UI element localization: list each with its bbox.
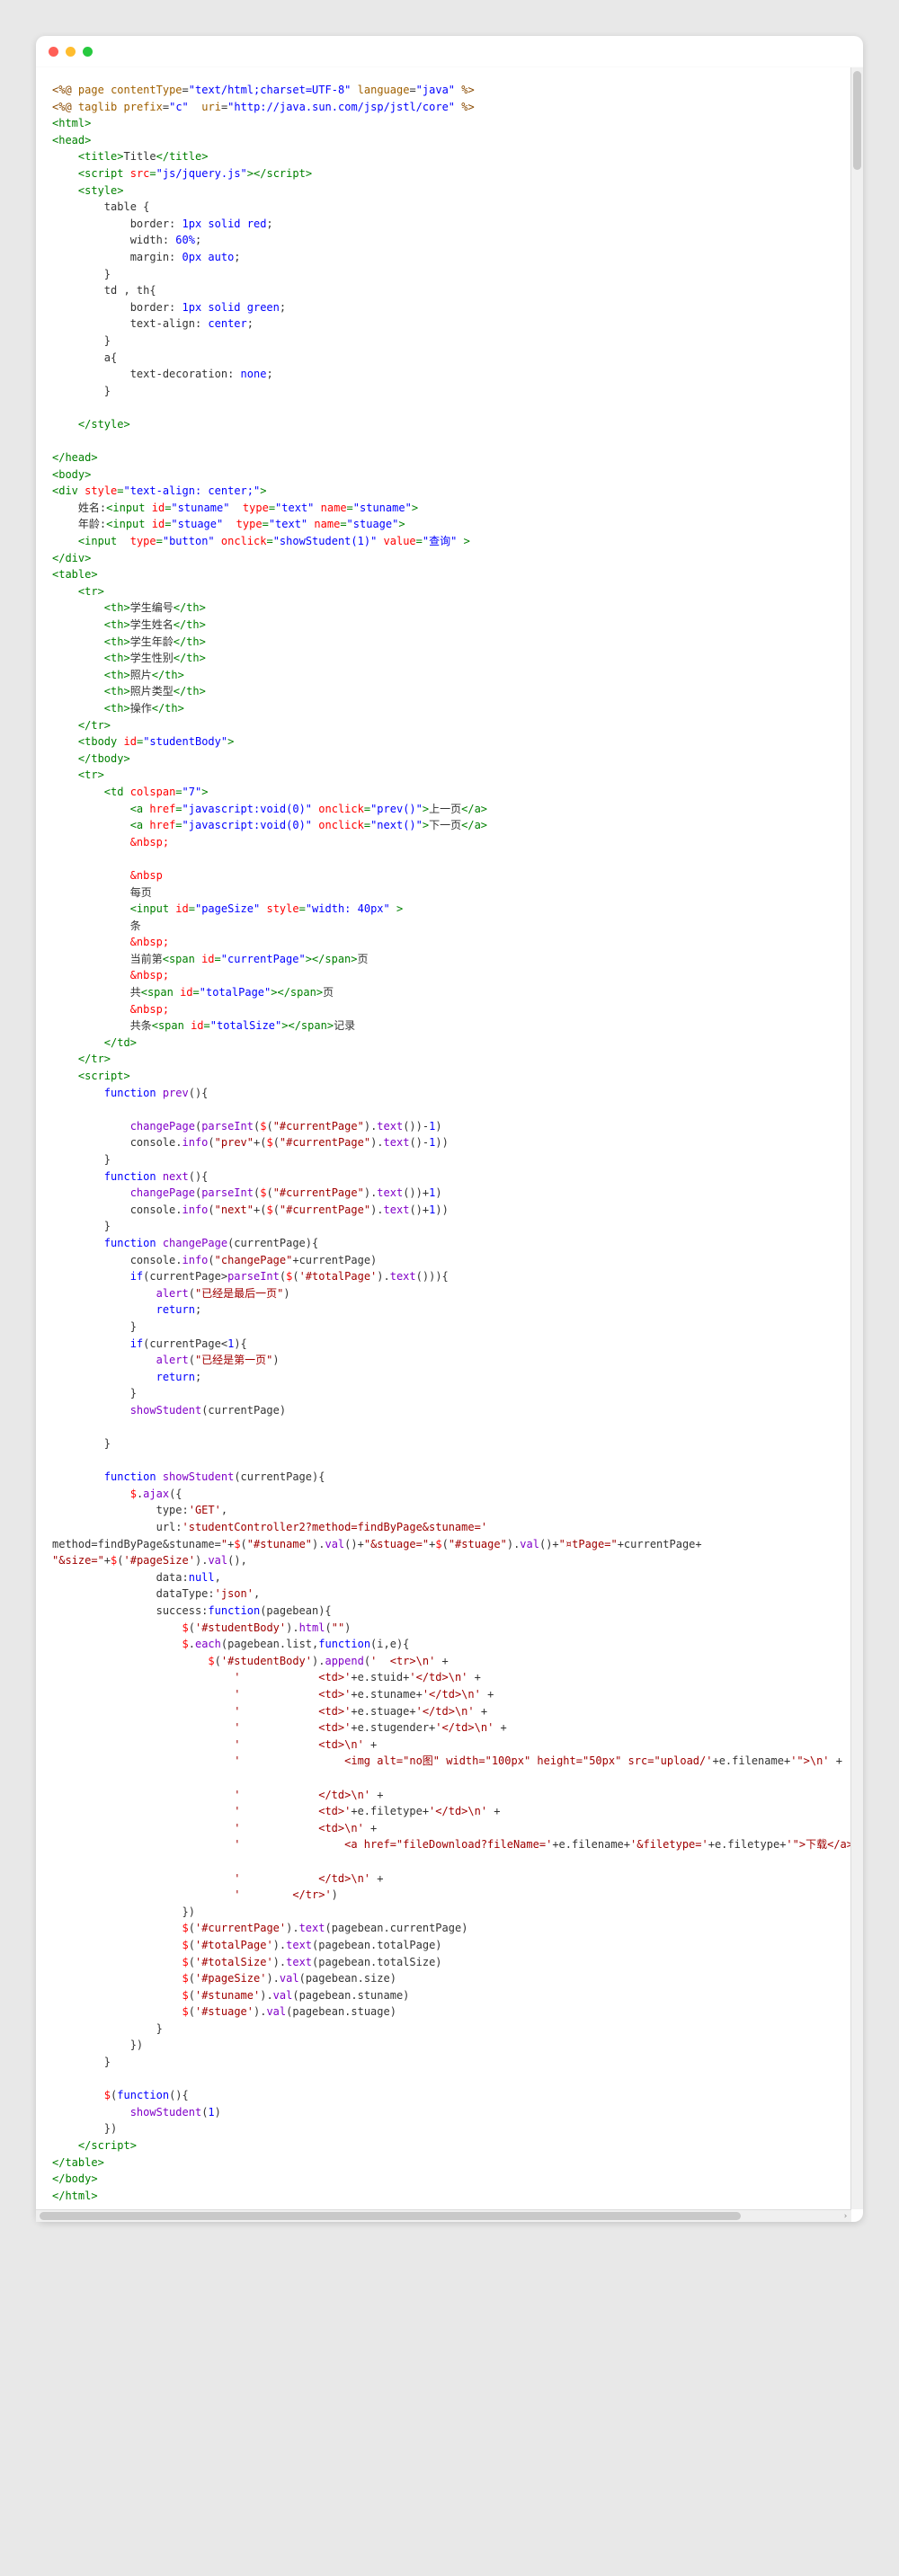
window-zoom-icon[interactable]	[83, 47, 93, 57]
window-close-icon[interactable]	[49, 47, 58, 57]
editor-window: <%@ page contentType="text/html;charset=…	[36, 36, 863, 2222]
horizontal-scrollbar[interactable]: ‹ ›	[36, 2209, 851, 2222]
h-scroll-right-arrow[interactable]: ›	[840, 2210, 851, 2222]
vertical-scrollbar[interactable]	[850, 67, 863, 2209]
horizontal-scroll-thumb[interactable]	[40, 2212, 741, 2220]
editor-body: <%@ page contentType="text/html;charset=…	[36, 67, 863, 2209]
code-scroll-area[interactable]: <%@ page contentType="text/html;charset=…	[36, 67, 850, 2209]
code-content: <%@ page contentType="text/html;charset=…	[52, 82, 850, 2204]
page-root: <%@ page contentType="text/html;charset=…	[0, 0, 899, 2276]
vertical-scroll-thumb[interactable]	[853, 71, 861, 170]
window-titlebar	[36, 36, 863, 67]
window-minimize-icon[interactable]	[66, 47, 76, 57]
